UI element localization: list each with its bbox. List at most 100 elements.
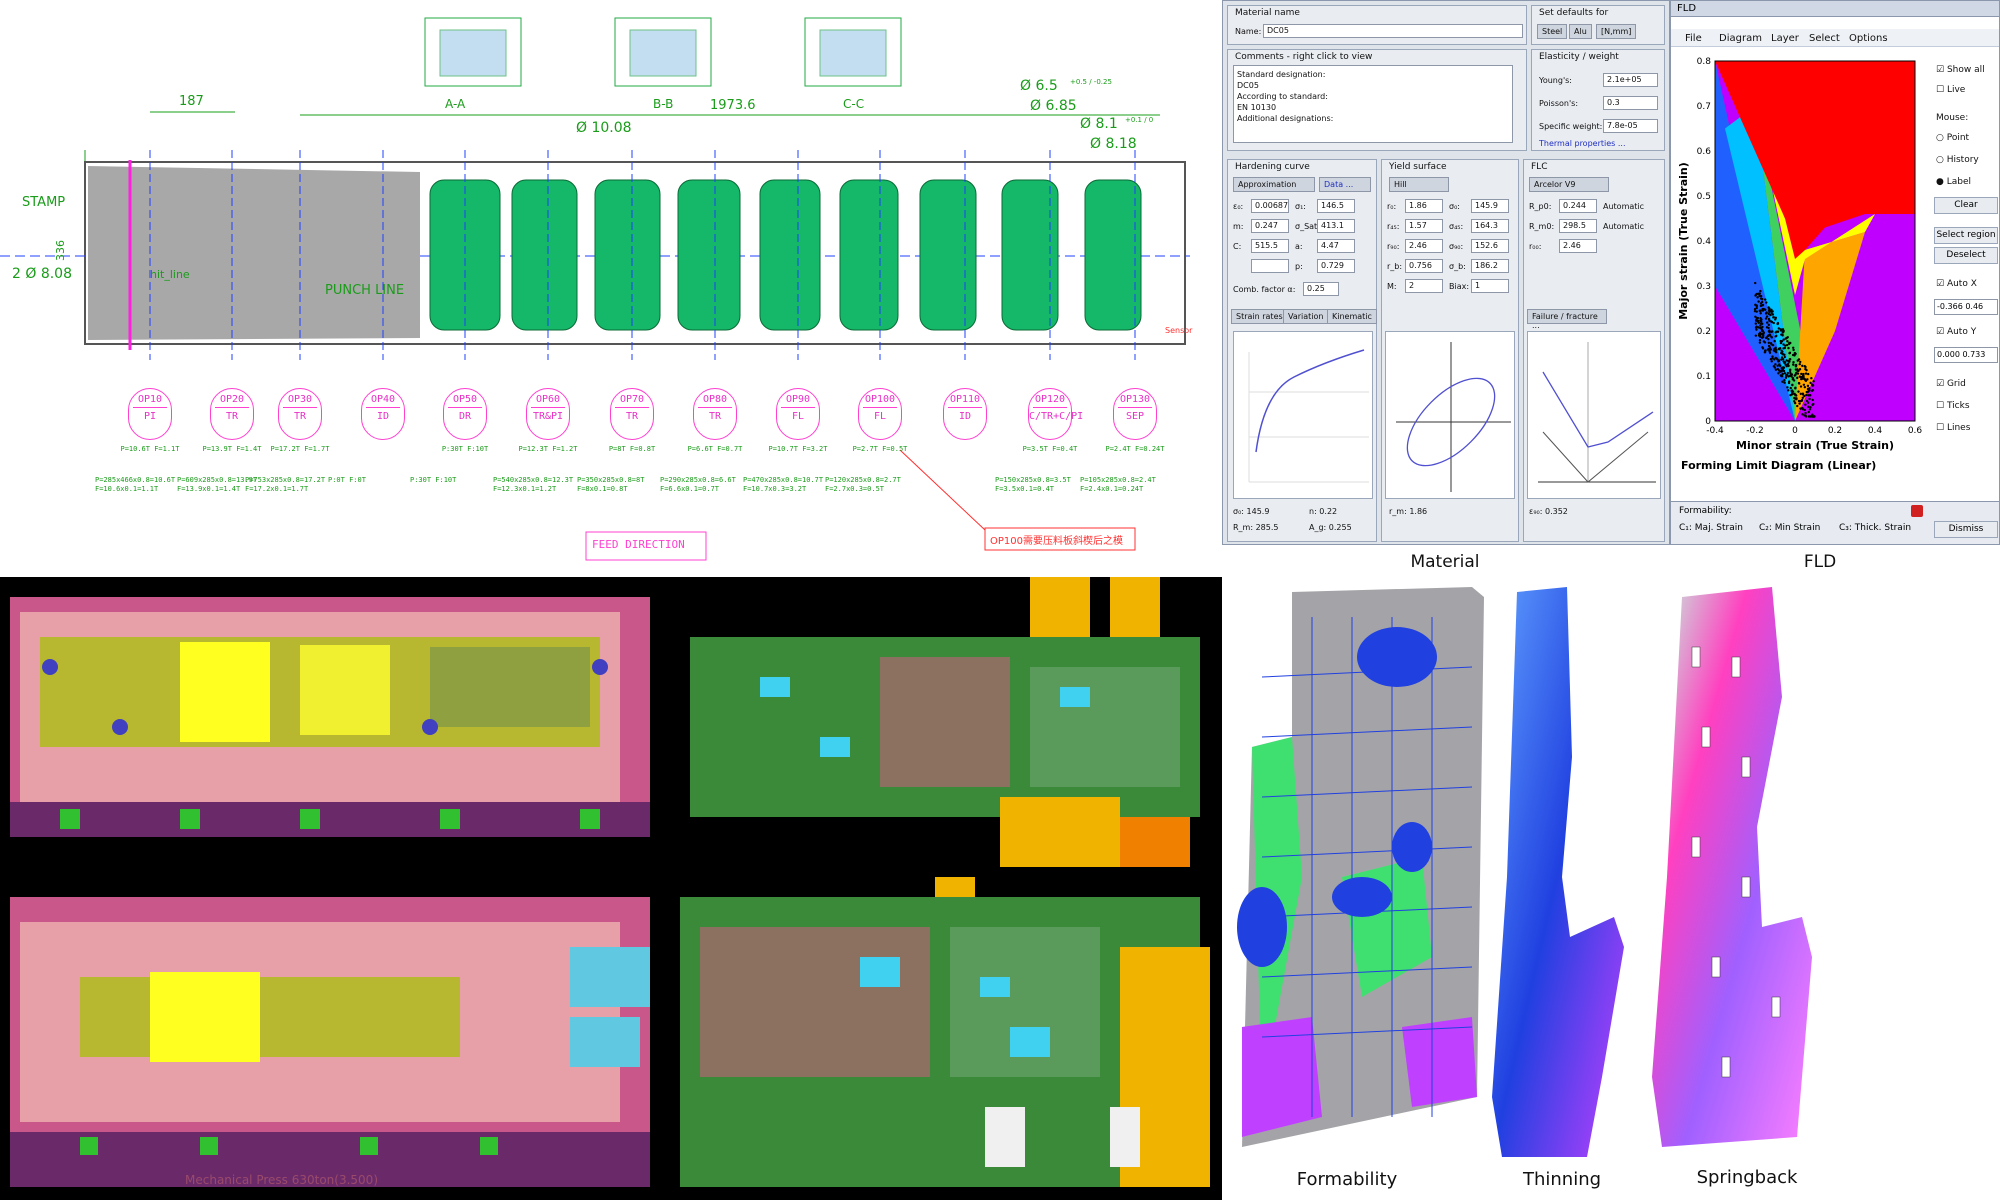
fld-point (1790, 373, 1794, 376)
fld-point (1760, 329, 1764, 333)
param-field[interactable]: 145.9 (1471, 199, 1509, 213)
station-op: OP90 (781, 394, 815, 408)
fld-point (1782, 366, 1785, 369)
auto-x-checkbox[interactable]: ☑ Auto X (1936, 279, 1977, 289)
param-field[interactable] (1251, 259, 1289, 273)
live-checkbox[interactable]: ☐ Live (1936, 85, 1965, 95)
param-field[interactable]: 1.86 (1405, 199, 1443, 213)
yield-surface-svg (1396, 342, 1511, 492)
ticks-checkbox[interactable]: ☐ Ticks (1936, 401, 1970, 411)
param-field[interactable]: 1 (1471, 279, 1509, 293)
flc-model-dropdown[interactable]: Arcelor V9 (1529, 177, 1609, 192)
clear-button[interactable]: Clear (1934, 197, 1998, 214)
point-radio[interactable]: ○ Point (1936, 133, 1969, 143)
comments-textarea[interactable]: Standard designation: DC05 According to … (1233, 65, 1513, 143)
dismiss-button[interactable]: Dismiss (1934, 521, 1998, 538)
yield-header: Yield surface (1389, 162, 1447, 172)
flc-param-label: R_p0: (1529, 202, 1552, 211)
grid-checkbox[interactable]: ☑ Grid (1936, 379, 1966, 389)
hard-footer-1: n: 0.22 (1309, 507, 1338, 516)
param-field[interactable]: 146.5 (1317, 199, 1355, 213)
param-field[interactable]: 0.247 (1251, 219, 1289, 233)
menu-layer[interactable]: Layer (1771, 33, 1799, 44)
weight-field[interactable]: 7.8e-05 (1603, 119, 1658, 133)
param-label: σ_b: (1449, 262, 1466, 271)
automatic-checkbox[interactable]: Automatic (1603, 222, 1644, 231)
weight-label: Specific weight: (1539, 122, 1603, 131)
y-range-field[interactable]: 0.000 0.733 (1934, 347, 1998, 363)
flc-footer: ε₉₀: 0.352 (1529, 507, 1568, 516)
param-field[interactable]: 152.6 (1471, 239, 1509, 253)
youngs-field[interactable]: 2.1e+05 (1603, 73, 1658, 87)
fld-point (1794, 373, 1797, 376)
auto-y-label: Auto Y (1946, 327, 1977, 337)
dim-hole-6-5-tol: +0.5 / -0.25 (1070, 78, 1112, 86)
menu-file[interactable]: File (1685, 33, 1702, 44)
y-tick-label: 0 (1705, 417, 1711, 427)
param-field[interactable]: 186.2 (1471, 259, 1509, 273)
flc-param-field[interactable]: 0.244 (1559, 199, 1597, 213)
auto-y-checkbox[interactable]: ☑ Auto Y (1936, 327, 1976, 337)
menu-options[interactable]: Options (1849, 33, 1888, 44)
export-icon[interactable] (1911, 505, 1923, 517)
y-tick-label: 0.8 (1697, 57, 1712, 67)
param-field[interactable]: 413.1 (1317, 219, 1355, 233)
show-all-checkbox[interactable]: ☑ Show all (1936, 65, 1985, 75)
fld-point (1808, 397, 1811, 401)
fld-point (1778, 364, 1782, 368)
fld-point (1806, 384, 1810, 388)
station-type: TR (225, 411, 239, 422)
station-op: OP120 (1033, 394, 1067, 408)
param-field[interactable]: 0.00687 (1251, 199, 1289, 213)
fld-point (1767, 323, 1770, 327)
kinematic-button[interactable]: Kinematic (1327, 309, 1377, 324)
strip-layout-panel: 187 1973.6 Ø 10.08 Ø 6.5 +0.5 / -0.25 Ø … (0, 0, 1222, 573)
param-field[interactable]: 2.46 (1405, 239, 1443, 253)
param-field[interactable]: 0.729 (1317, 259, 1355, 273)
param-field[interactable]: 515.5 (1251, 239, 1289, 253)
param-field[interactable]: 2 (1405, 279, 1443, 293)
data-button[interactable]: Data ... (1319, 177, 1371, 192)
select-region-button[interactable]: Select region (1934, 227, 1998, 244)
flc-param-field[interactable]: 2.46 (1559, 239, 1597, 253)
approximation-dropdown[interactable]: Approximation (1233, 177, 1315, 192)
formability-label: Formability: (1679, 506, 1732, 516)
die-render-lower-left (10, 897, 650, 1187)
menu-select[interactable]: Select (1809, 33, 1840, 44)
failure-fracture-button[interactable]: Failure / fracture ... (1527, 309, 1607, 330)
thermal-properties-link[interactable]: Thermal properties ... (1539, 139, 1625, 148)
yield-model-dropdown[interactable]: Hill (1389, 177, 1449, 192)
name-field[interactable]: DC05 (1263, 24, 1523, 38)
live-label: Live (1946, 85, 1966, 95)
param-field[interactable]: 4.47 (1317, 239, 1355, 253)
station-op130: OP130 SEP (1113, 388, 1157, 440)
deselect-button[interactable]: Deselect (1934, 247, 1998, 264)
variation-button[interactable]: Variation (1283, 309, 1329, 324)
fld-point (1783, 361, 1786, 365)
steel-button[interactable]: Steel (1537, 24, 1568, 39)
units-button[interactable]: [N,mm] (1596, 24, 1637, 39)
param-field[interactable]: 164.3 (1471, 219, 1509, 233)
param-label: C: (1233, 242, 1242, 251)
alu-button[interactable]: Alu (1569, 24, 1592, 39)
automatic-checkbox[interactable]: Automatic (1603, 202, 1644, 211)
fld-point (1754, 303, 1757, 307)
poisson-field[interactable]: 0.3 (1603, 96, 1658, 110)
param-field[interactable]: 1.57 (1405, 219, 1443, 233)
strain-rates-button[interactable]: Strain rates (1231, 309, 1288, 324)
flc-chart (1527, 331, 1661, 499)
fld-point (1755, 328, 1758, 331)
param-label: m: (1233, 222, 1244, 231)
history-radio[interactable]: ○ History (1936, 155, 1979, 165)
param-label: r_b: (1387, 262, 1403, 271)
param-field[interactable]: 0.756 (1405, 259, 1443, 273)
lines-checkbox[interactable]: ☐ Lines (1936, 423, 1970, 433)
menu-diagram[interactable]: Diagram (1719, 33, 1762, 44)
label-radio[interactable]: ● Label (1936, 177, 1971, 187)
flc-param-field[interactable]: 298.5 (1559, 219, 1597, 233)
formability-render (1237, 587, 1484, 1147)
x-range-field[interactable]: -0.366 0.46 (1934, 299, 1998, 315)
fld-point (1807, 405, 1810, 409)
fld-point (1756, 296, 1759, 299)
comb-factor-field[interactable]: 0.25 (1303, 282, 1339, 296)
